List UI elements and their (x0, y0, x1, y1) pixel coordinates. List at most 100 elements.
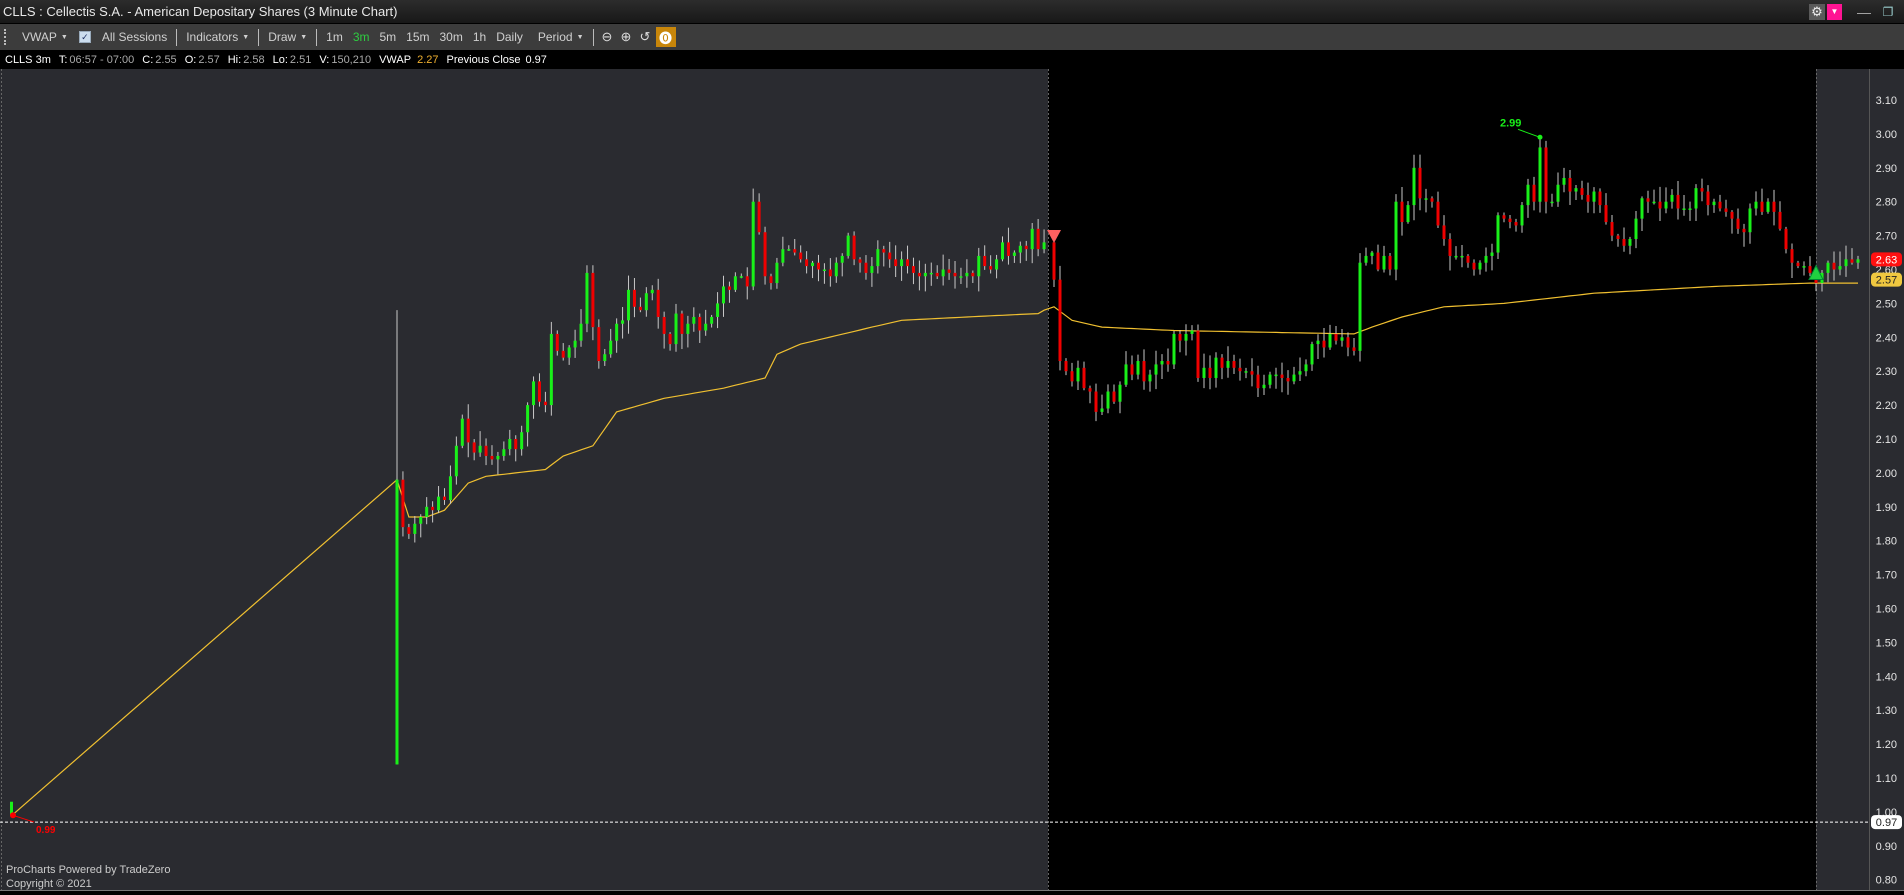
candle-body (472, 442, 476, 453)
candle-body (1142, 361, 1146, 382)
candle-body (1736, 218, 1740, 229)
candle-body (632, 289, 636, 307)
candle-body (716, 303, 720, 317)
caret-down-icon: ▼ (300, 34, 308, 42)
candle-body (484, 445, 488, 456)
candle-body (1634, 218, 1638, 239)
y-tick-label: 0.90 (1876, 841, 1897, 853)
candle-body (929, 272, 933, 275)
candle-body (1244, 371, 1248, 373)
window-title: CLLS : Cellectis S.A. - American Deposit… (3, 4, 398, 19)
candle-body (876, 249, 880, 267)
candle-body (1826, 262, 1830, 273)
separator (258, 28, 260, 46)
draw-dropdown[interactable]: Draw ▼ (268, 30, 307, 44)
high-annotation-marker (1537, 134, 1543, 140)
restore-button[interactable]: ❐ (1878, 5, 1898, 19)
vwap-value: 2.27 (417, 54, 439, 66)
candle-body (900, 259, 904, 267)
candle-body (1850, 259, 1854, 263)
candle-body (1172, 333, 1176, 365)
candle-body (1280, 374, 1284, 378)
price-chart[interactable]: 0.800.901.001.101.201.301.401.501.601.70… (0, 69, 1904, 895)
candle-body (1616, 235, 1620, 239)
candle-body (1232, 361, 1236, 368)
vwap-dropdown[interactable]: VWAP ▼ (22, 30, 68, 44)
all-sessions-label[interactable]: All Sessions (102, 30, 167, 44)
candle-body (609, 340, 613, 355)
candle-body (858, 259, 862, 263)
candle-body (1292, 374, 1296, 382)
caret-down-icon[interactable]: ▼ (1827, 3, 1842, 20)
all-sessions-checkbox[interactable]: ✓ (78, 31, 91, 43)
y-tick-label: 1.50 (1876, 637, 1897, 649)
draw-label: Draw (268, 30, 297, 44)
candle-body (526, 405, 530, 433)
candle-body (1454, 255, 1458, 258)
interval-5m[interactable]: 5m (379, 30, 396, 44)
candle-body (1730, 211, 1734, 219)
candle-body (1580, 188, 1584, 195)
candle-body (1018, 245, 1022, 253)
volume-value: 150,210 (331, 54, 372, 66)
caret-down-icon: ▼ (576, 34, 584, 42)
candle-body (692, 316, 696, 324)
candle-body (668, 333, 672, 345)
open-value: 2.57 (198, 54, 220, 66)
candle-body (1562, 177, 1566, 185)
interval-3m[interactable]: 3m (353, 30, 370, 44)
previous-close-price-label: 0.97 (1876, 817, 1897, 829)
candle-body (1712, 201, 1716, 206)
candle-body (1310, 344, 1314, 365)
zoom-out-icon[interactable]: ⊖ (599, 29, 616, 46)
candle-body (1724, 208, 1728, 212)
candle-body (650, 289, 654, 294)
open-label: O: (184, 54, 197, 66)
candle-body (1340, 337, 1344, 341)
interval-daily[interactable]: Daily (496, 30, 523, 44)
gear-icon[interactable]: ⚙ (1809, 3, 1825, 20)
candle-body (1424, 198, 1428, 200)
candle-body (1442, 225, 1446, 239)
candle-body (644, 293, 648, 311)
candle-body (1226, 361, 1230, 368)
y-tick-label: 3.10 (1876, 95, 1897, 107)
interval-1m[interactable]: 1m (326, 30, 343, 44)
indicators-dropdown[interactable]: Indicators ▼ (186, 30, 249, 44)
candle-body (502, 449, 506, 456)
candle-body (1202, 367, 1206, 378)
lock-zoom-icon[interactable]: ⓿ (655, 27, 676, 47)
candle-body (1526, 184, 1530, 206)
candle (846, 232, 850, 259)
candle-body (781, 249, 785, 263)
candle-body (1130, 364, 1134, 375)
interval-15m[interactable]: 15m (406, 30, 429, 44)
candle-body (1484, 255, 1488, 263)
y-tick-label: 1.10 (1876, 773, 1897, 785)
powered-by-text: ProCharts Powered by TradeZero (6, 864, 171, 876)
candle-body (508, 439, 512, 450)
candle-body (1184, 333, 1188, 341)
candle-body (1520, 205, 1524, 226)
candle-body (1802, 266, 1806, 268)
candle (1538, 137, 1542, 213)
interval-30m[interactable]: 30m (440, 30, 463, 44)
period-dropdown[interactable]: Period ▼ (538, 30, 584, 44)
candle-body (1274, 374, 1278, 377)
minimize-button[interactable]: — (1854, 4, 1874, 20)
y-tick-label: 1.40 (1876, 671, 1897, 683)
drag-grip-icon[interactable] (4, 29, 9, 45)
candle-body (1472, 262, 1476, 270)
candle-body (882, 249, 886, 253)
candle-body (722, 286, 725, 304)
candle-body (1082, 367, 1086, 389)
y-tick-label: 1.80 (1876, 536, 1897, 548)
zoom-in-icon[interactable]: ⊕ (618, 29, 635, 46)
interval-1h[interactable]: 1h (473, 30, 486, 44)
candle-body (1358, 262, 1362, 351)
reset-zoom-icon[interactable]: ↺ (637, 29, 654, 46)
candle-body (923, 272, 927, 277)
candle-body (627, 289, 631, 321)
candle-body (935, 272, 939, 277)
candle-body (448, 476, 452, 501)
